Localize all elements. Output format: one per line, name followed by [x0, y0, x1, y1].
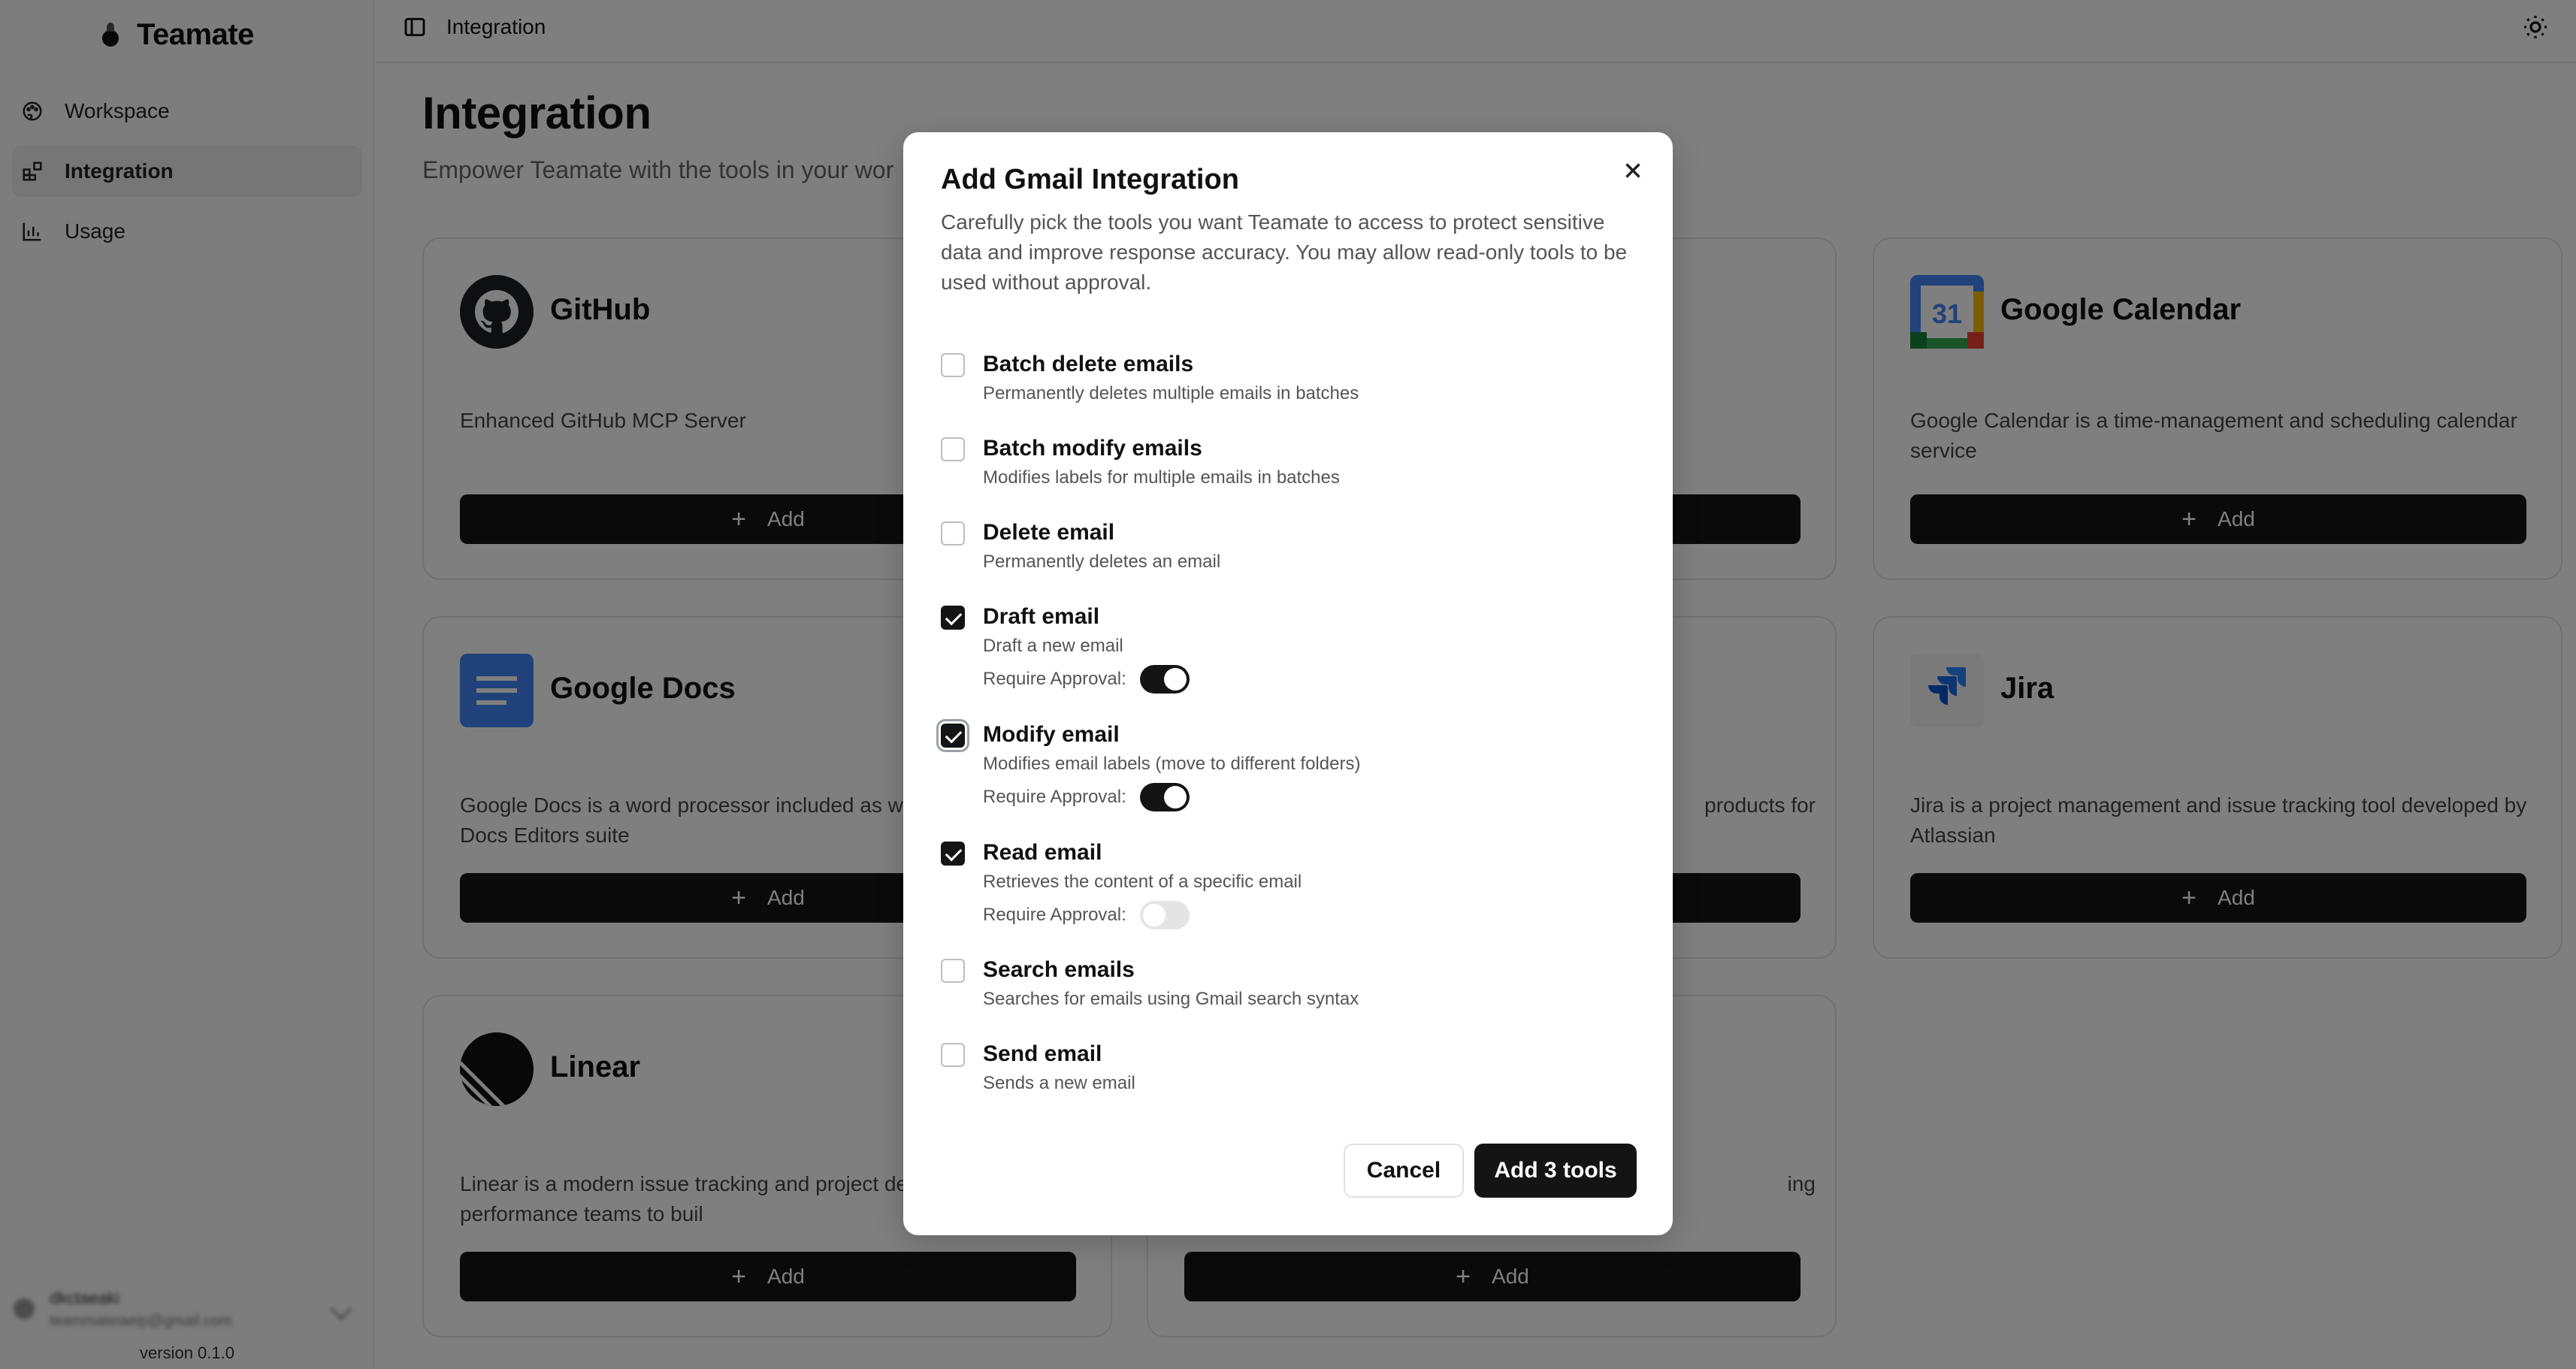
require-approval-toggle[interactable]: [1139, 901, 1190, 929]
add-tools-button[interactable]: Add 3 tools: [1474, 1144, 1637, 1198]
tool-checkbox[interactable]: [941, 521, 965, 545]
tool-modify-email: Modify email Modifies email labels (move…: [941, 721, 1640, 814]
tool-description: Modifies email labels (move to different…: [983, 754, 1361, 774]
tool-name: Search emails: [983, 957, 1135, 982]
cancel-button[interactable]: Cancel: [1344, 1144, 1464, 1198]
tool-checkbox[interactable]: [941, 1043, 965, 1067]
tool-delete-email: Delete email Permanently deletes an emai…: [941, 518, 1640, 579]
tool-description: Permanently deletes multiple emails in b…: [983, 383, 1359, 403]
add-gmail-integration-dialog: Add Gmail Integration Carefully pick the…: [903, 132, 1673, 1235]
close-icon[interactable]: [1620, 158, 1646, 183]
tool-name: Send email: [983, 1041, 1102, 1066]
require-approval-toggle[interactable]: [1139, 665, 1190, 694]
tool-checkbox[interactable]: [941, 959, 965, 983]
dialog-description: Carefully pick the tools you want Teamat…: [941, 210, 1628, 294]
tool-name: Draft email: [983, 604, 1100, 629]
tool-draft-email: Draft email Draft a new email Require Ap…: [941, 603, 1640, 696]
tool-description: Permanently deletes an email: [983, 552, 1221, 572]
tool-checkbox[interactable]: [941, 437, 965, 461]
tool-description: Modifies labels for multiple emails in b…: [983, 467, 1340, 488]
tool-send-email: Send email Sends a new email: [941, 1040, 1640, 1100]
tool-checkbox[interactable]: [941, 606, 965, 630]
require-approval-row: Require Approval:: [983, 664, 1190, 694]
tool-batch-delete-emails: Batch delete emails Permanently deletes …: [941, 350, 1640, 410]
tool-checkbox[interactable]: [941, 353, 965, 377]
tool-search-emails: Search emails Searches for emails using …: [941, 956, 1640, 1016]
tool-checkbox[interactable]: [941, 724, 965, 748]
tool-description: Draft a new email: [983, 636, 1123, 656]
tool-description: Searches for emails using Gmail search s…: [983, 989, 1359, 1009]
tool-description: Sends a new email: [983, 1073, 1135, 1093]
tool-read-email: Read email Retrieves the content of a sp…: [941, 839, 1640, 932]
tool-name: Delete email: [983, 520, 1115, 545]
tool-batch-modify-emails: Batch modify emails Modifies labels for …: [941, 434, 1640, 494]
tool-name: Batch delete emails: [983, 352, 1194, 376]
require-approval-label: Require Approval:: [983, 905, 1126, 925]
dialog-title: Add Gmail Integration: [941, 164, 1239, 195]
tool-name: Read email: [983, 840, 1102, 865]
require-approval-label: Require Approval:: [983, 787, 1126, 807]
require-approval-toggle[interactable]: [1139, 783, 1190, 811]
require-approval-row: Require Approval:: [983, 900, 1190, 930]
tool-checkbox[interactable]: [941, 842, 965, 866]
tool-name: Modify email: [983, 722, 1120, 747]
require-approval-row: Require Approval:: [983, 782, 1190, 812]
tool-description: Retrieves the content of a specific emai…: [983, 872, 1302, 892]
require-approval-label: Require Approval:: [983, 669, 1126, 689]
tool-name: Batch modify emails: [983, 436, 1202, 461]
